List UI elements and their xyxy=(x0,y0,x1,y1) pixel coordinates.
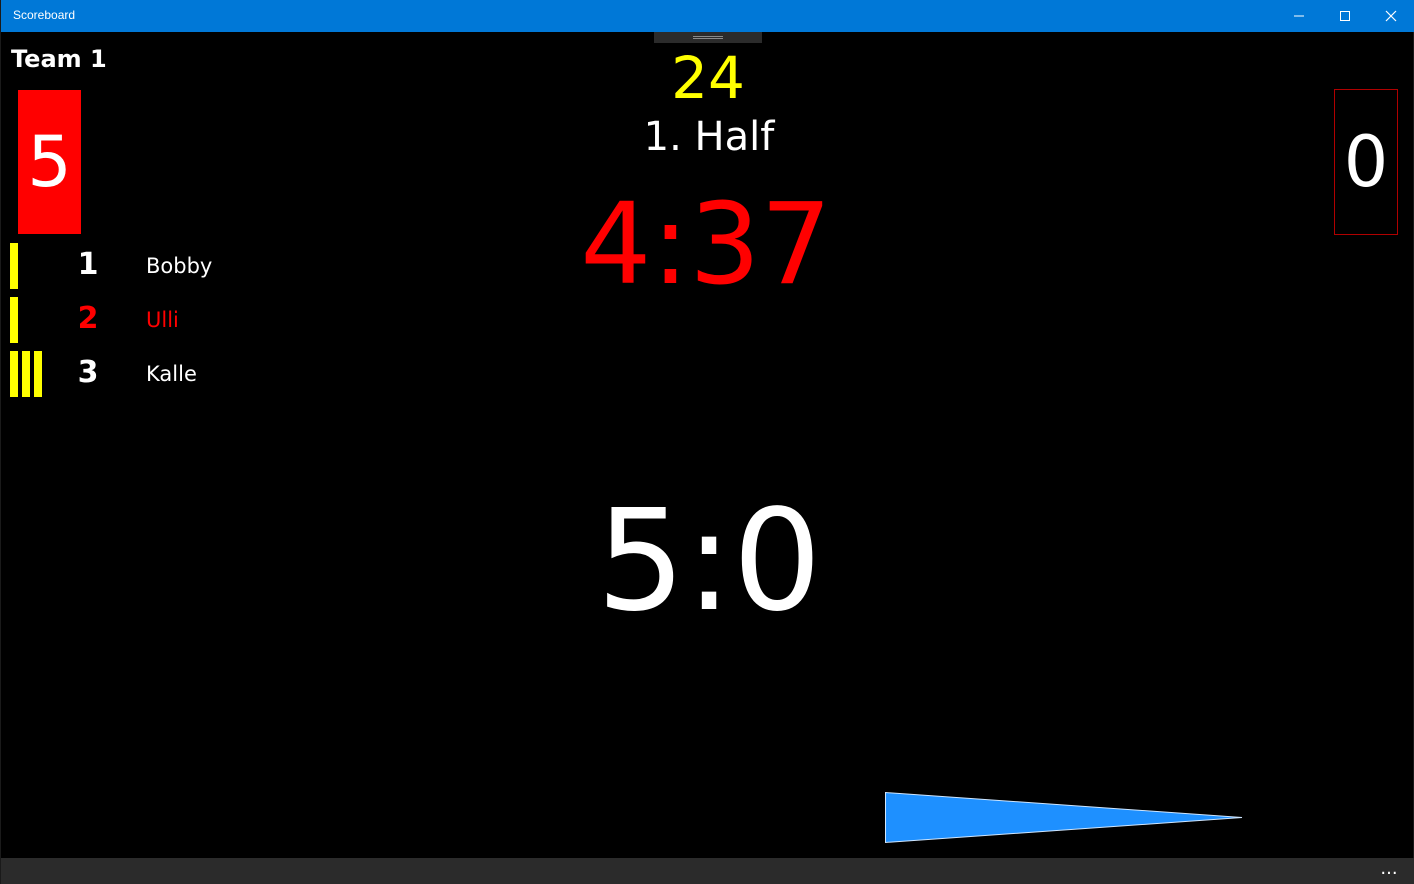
maximize-button[interactable] xyxy=(1322,0,1368,32)
possession-arrow[interactable] xyxy=(885,791,1245,848)
yellow-card-icon xyxy=(10,351,18,397)
player-name: Bobby xyxy=(146,254,213,278)
minimize-icon xyxy=(1294,15,1304,17)
yellow-card-icon xyxy=(10,243,18,289)
yellow-card-icon xyxy=(10,297,18,343)
handle-grip-line xyxy=(693,38,723,39)
possession-arrow-icon xyxy=(885,791,1243,844)
minimize-button[interactable] xyxy=(1276,0,1322,32)
player-row[interactable]: 1 Bobby xyxy=(10,243,270,289)
title-bar[interactable]: Scoreboard xyxy=(1,0,1414,32)
player-number: 1 xyxy=(77,247,99,282)
yellow-card-icon xyxy=(22,351,30,397)
window-title: Scoreboard xyxy=(13,8,76,22)
scoreboard-window: Scoreboard Team 1 5 0 1 Bobby 2 Ulli 3 K… xyxy=(0,0,1414,884)
team-name[interactable]: Team 1 xyxy=(11,45,107,73)
app-bar: ... xyxy=(1,858,1414,884)
team-score-box[interactable]: 5 xyxy=(18,90,81,234)
period-label[interactable]: 1. Half xyxy=(559,114,859,160)
game-score[interactable]: 5:0 xyxy=(509,480,909,643)
handle-grip-line xyxy=(693,36,723,37)
player-row[interactable]: 2 Ulli xyxy=(10,297,270,343)
opponent-score-box[interactable]: 0 xyxy=(1334,89,1398,235)
player-number: 3 xyxy=(77,355,99,390)
player-name: Ulli xyxy=(146,308,179,332)
drag-handle[interactable] xyxy=(654,32,762,43)
player-name: Kalle xyxy=(146,362,197,386)
player-row[interactable]: 3 Kalle xyxy=(10,351,270,397)
shot-clock[interactable]: 24 xyxy=(608,44,808,112)
maximize-icon xyxy=(1340,11,1350,21)
game-clock[interactable]: 4:37 xyxy=(506,180,906,310)
player-number: 2 xyxy=(77,301,99,336)
close-icon xyxy=(1385,10,1397,22)
yellow-card-icon xyxy=(34,351,42,397)
more-options-button[interactable]: ... xyxy=(1373,858,1405,884)
close-button[interactable] xyxy=(1368,0,1414,32)
